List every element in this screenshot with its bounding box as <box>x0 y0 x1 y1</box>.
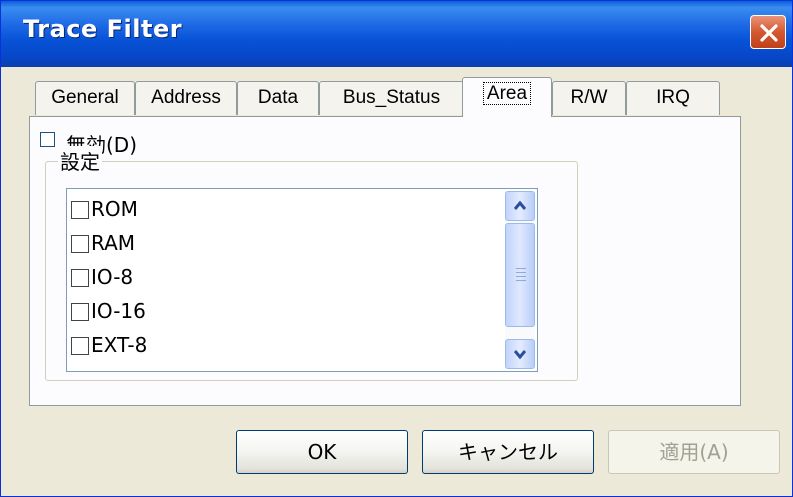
chevron-down-icon <box>513 350 527 360</box>
settings-group-label: 設定 <box>58 146 102 175</box>
tab-address[interactable]: Address <box>135 81 237 115</box>
item-checkbox[interactable] <box>71 303 89 321</box>
trace-filter-dialog: Trace Filter General Address Data Bus_St… <box>0 0 793 497</box>
item-checkbox[interactable] <box>71 269 89 287</box>
chevron-up-icon <box>513 200 527 210</box>
tab-data[interactable]: Data <box>237 81 319 115</box>
title-bar[interactable]: Trace Filter <box>1 1 792 67</box>
tab-bus-status[interactable]: Bus_Status <box>319 81 464 115</box>
tab-rw[interactable]: R/W <box>552 81 626 115</box>
area-listbox[interactable]: ROM RAM IO-8 IO-16 EXT-8 <box>66 188 538 372</box>
settings-group: 設定 ROM RAM IO-8 IO-16 EXT-8 <box>45 146 578 381</box>
item-checkbox[interactable] <box>71 337 89 355</box>
item-label: RAM <box>91 231 136 255</box>
tab-panel-area: 無効(D) 設定 ROM RAM IO-8 IO-16 EXT-8 <box>29 116 741 406</box>
item-label: IO-8 <box>91 265 134 289</box>
list-item-ram[interactable]: RAM <box>71 229 135 257</box>
ok-button[interactable]: OK <box>236 430 408 474</box>
tab-area[interactable]: Area <box>462 77 552 117</box>
window-title: Trace Filter <box>23 15 183 43</box>
scroll-thumb[interactable] <box>505 223 535 327</box>
list-item-ext8[interactable]: EXT-8 <box>71 331 147 359</box>
cancel-button[interactable]: キャンセル <box>422 430 594 474</box>
list-item-rom[interactable]: ROM <box>71 195 138 223</box>
scroll-down-button[interactable] <box>505 339 535 369</box>
disable-checkbox[interactable] <box>40 132 55 147</box>
item-checkbox[interactable] <box>71 201 89 219</box>
close-icon <box>760 24 778 42</box>
list-item-io8[interactable]: IO-8 <box>71 263 133 291</box>
vertical-scrollbar[interactable] <box>505 191 535 369</box>
tab-irq[interactable]: IRQ <box>626 81 720 115</box>
tab-general[interactable]: General <box>35 81 135 115</box>
item-label: ROM <box>91 197 138 221</box>
item-label: EXT-8 <box>91 333 148 357</box>
apply-button[interactable]: 適用(A) <box>608 430 780 474</box>
disable-checkbox-row[interactable]: 無効(D) <box>40 129 137 157</box>
list-item-io16[interactable]: IO-16 <box>71 297 146 325</box>
item-label: IO-16 <box>91 299 146 323</box>
item-checkbox[interactable] <box>71 235 89 253</box>
grip-icon <box>516 268 526 284</box>
scroll-up-button[interactable] <box>505 191 535 221</box>
close-button[interactable] <box>750 15 786 49</box>
